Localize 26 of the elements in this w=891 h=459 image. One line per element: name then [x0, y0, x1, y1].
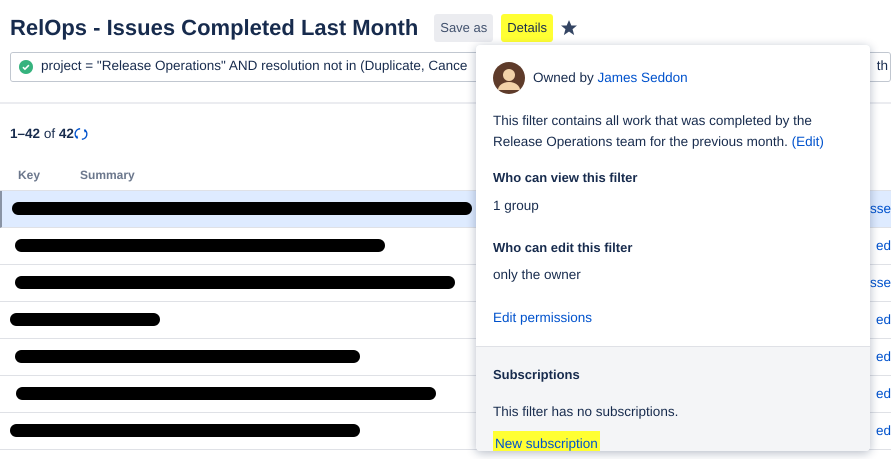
- column-header: Summary: [80, 166, 135, 184]
- section-heading: Who can view this filter: [493, 169, 638, 187]
- save-as-button[interactable]: Save as: [434, 14, 494, 42]
- query-text: project = "Release Operations" AND resolution not in (Duplicate, Cance: [41, 57, 468, 76]
- row-status-text[interactable]: ed: [876, 236, 891, 256]
- row-status-text[interactable]: ed: [876, 384, 891, 404]
- row-status-text[interactable]: sse: [870, 198, 891, 219]
- section-value: only the owner: [493, 266, 582, 284]
- edit-permissions-link[interactable]: Edit permissions: [493, 308, 592, 328]
- details-button[interactable]: Details: [501, 14, 554, 42]
- filter-description: This filter contains all work that was completed by the Release Operations team for the previous month. (Edit): [493, 112, 825, 151]
- page-title: RelOps - Issues Completed Last Month: [10, 14, 418, 41]
- row-status-text[interactable]: ed: [876, 420, 891, 441]
- avatar-icon: [493, 62, 525, 94]
- new-subscription-link[interactable]: New subscription: [493, 430, 600, 451]
- section-value: 1 group: [493, 196, 540, 215]
- result-count: 1–42 of 42: [10, 124, 74, 142]
- row-status-text[interactable]: ed: [876, 310, 891, 330]
- star-icon[interactable]: [561, 20, 578, 36]
- column-header: Key: [18, 166, 42, 184]
- query-text-end: th: [876, 57, 888, 76]
- row-status-text[interactable]: ed: [876, 346, 891, 367]
- refresh-icon[interactable]: [74, 126, 88, 141]
- row-status-text[interactable]: sse: [870, 272, 891, 293]
- section-heading: Who can edit this filter: [493, 238, 634, 257]
- edit-description-link[interactable]: (Edit): [792, 134, 824, 149]
